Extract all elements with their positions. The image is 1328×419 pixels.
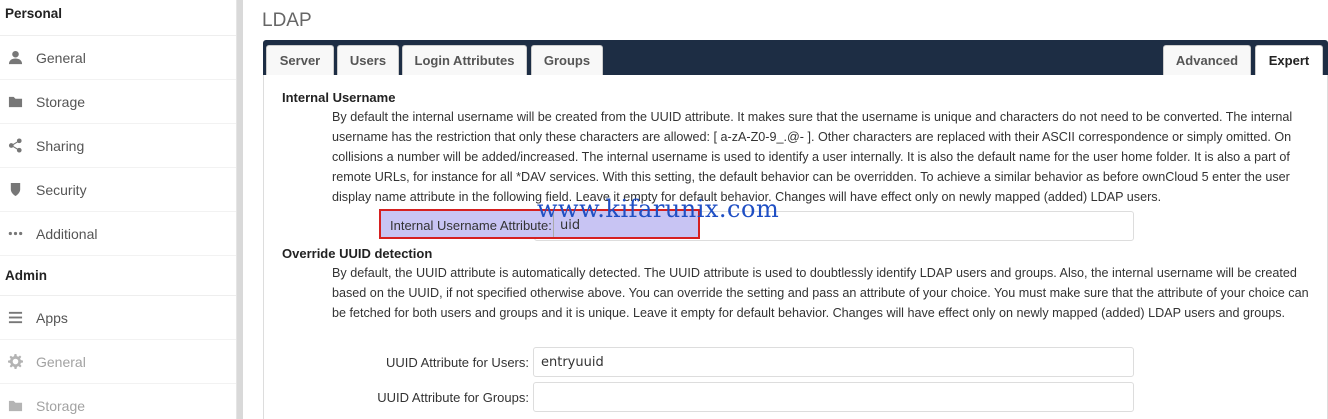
sidebar-item-label: Security <box>36 181 87 198</box>
expert-panel: Internal Username By default the interna… <box>263 75 1328 419</box>
override-uuid-description: By default, the UUID attribute is automa… <box>332 266 1309 320</box>
page-title: LDAP <box>262 10 312 31</box>
internal-username-description: By default the internal username will be… <box>332 110 1293 204</box>
uuid-users-row: UUID Attribute for Users: entryuuid <box>374 347 1134 377</box>
sidebar-item-admin-storage[interactable]: Storage <box>0 384 236 419</box>
folder-icon <box>7 398 23 414</box>
sidebar-item-label: General <box>36 49 86 66</box>
gear-icon <box>7 354 23 370</box>
internal-username-heading: Internal Username <box>282 90 396 105</box>
sidebar-item-label: Storage <box>36 397 86 414</box>
admin-section-title: Admin <box>0 256 236 296</box>
watermark: www.kifarunix.com <box>537 195 780 223</box>
main-content: LDAP Server Users Login Attributes Group… <box>243 0 1328 419</box>
folder-icon <box>7 94 23 110</box>
sidebar-item-label: Sharing <box>36 137 85 154</box>
menu-icon <box>7 310 23 326</box>
uuid-users-input[interactable]: entryuuid <box>533 347 1134 377</box>
sidebar-item-label: Additional <box>36 225 98 242</box>
tab-groups[interactable]: Groups <box>531 45 603 75</box>
sidebar: Personal General Storage Sharing Securit… <box>0 0 237 419</box>
sidebar-item-label: General <box>36 353 86 370</box>
share-icon <box>7 138 23 154</box>
shield-icon <box>7 182 23 198</box>
uuid-users-label: UUID Attribute for Users: <box>385 354 529 370</box>
personal-section-title: Personal <box>0 0 236 36</box>
sidebar-item-label: Storage <box>36 93 86 110</box>
sidebar-item-admin-apps[interactable]: Apps <box>0 296 236 340</box>
uuid-groups-input[interactable] <box>533 382 1134 412</box>
tab-users[interactable]: Users <box>337 45 399 75</box>
more-icon <box>7 226 23 242</box>
sidebar-item-personal-sharing[interactable]: Sharing <box>0 124 236 168</box>
internal-username-attribute-label: Internal Username Attribute: <box>390 218 552 233</box>
tab-server[interactable]: Server <box>266 45 334 75</box>
tab-advanced[interactable]: Advanced <box>1163 45 1251 75</box>
sidebar-item-label: Apps <box>36 309 68 326</box>
tab-login-attributes[interactable]: Login Attributes <box>402 45 527 75</box>
sidebar-item-personal-general[interactable]: General <box>0 36 236 80</box>
user-icon <box>7 50 23 66</box>
sidebar-item-personal-storage[interactable]: Storage <box>0 80 236 124</box>
ldap-tabbar: Server Users Login Attributes Groups Adv… <box>263 40 1328 75</box>
override-uuid-heading: Override UUID detection <box>282 246 433 261</box>
sidebar-item-personal-security[interactable]: Security <box>0 168 236 212</box>
uuid-groups-row: UUID Attribute for Groups: <box>374 382 1134 412</box>
uuid-groups-label: UUID Attribute for Groups: <box>377 389 529 405</box>
tab-expert[interactable]: Expert <box>1255 45 1323 75</box>
sidebar-item-admin-general[interactable]: General <box>0 340 236 384</box>
sidebar-item-personal-additional[interactable]: Additional <box>0 212 236 256</box>
